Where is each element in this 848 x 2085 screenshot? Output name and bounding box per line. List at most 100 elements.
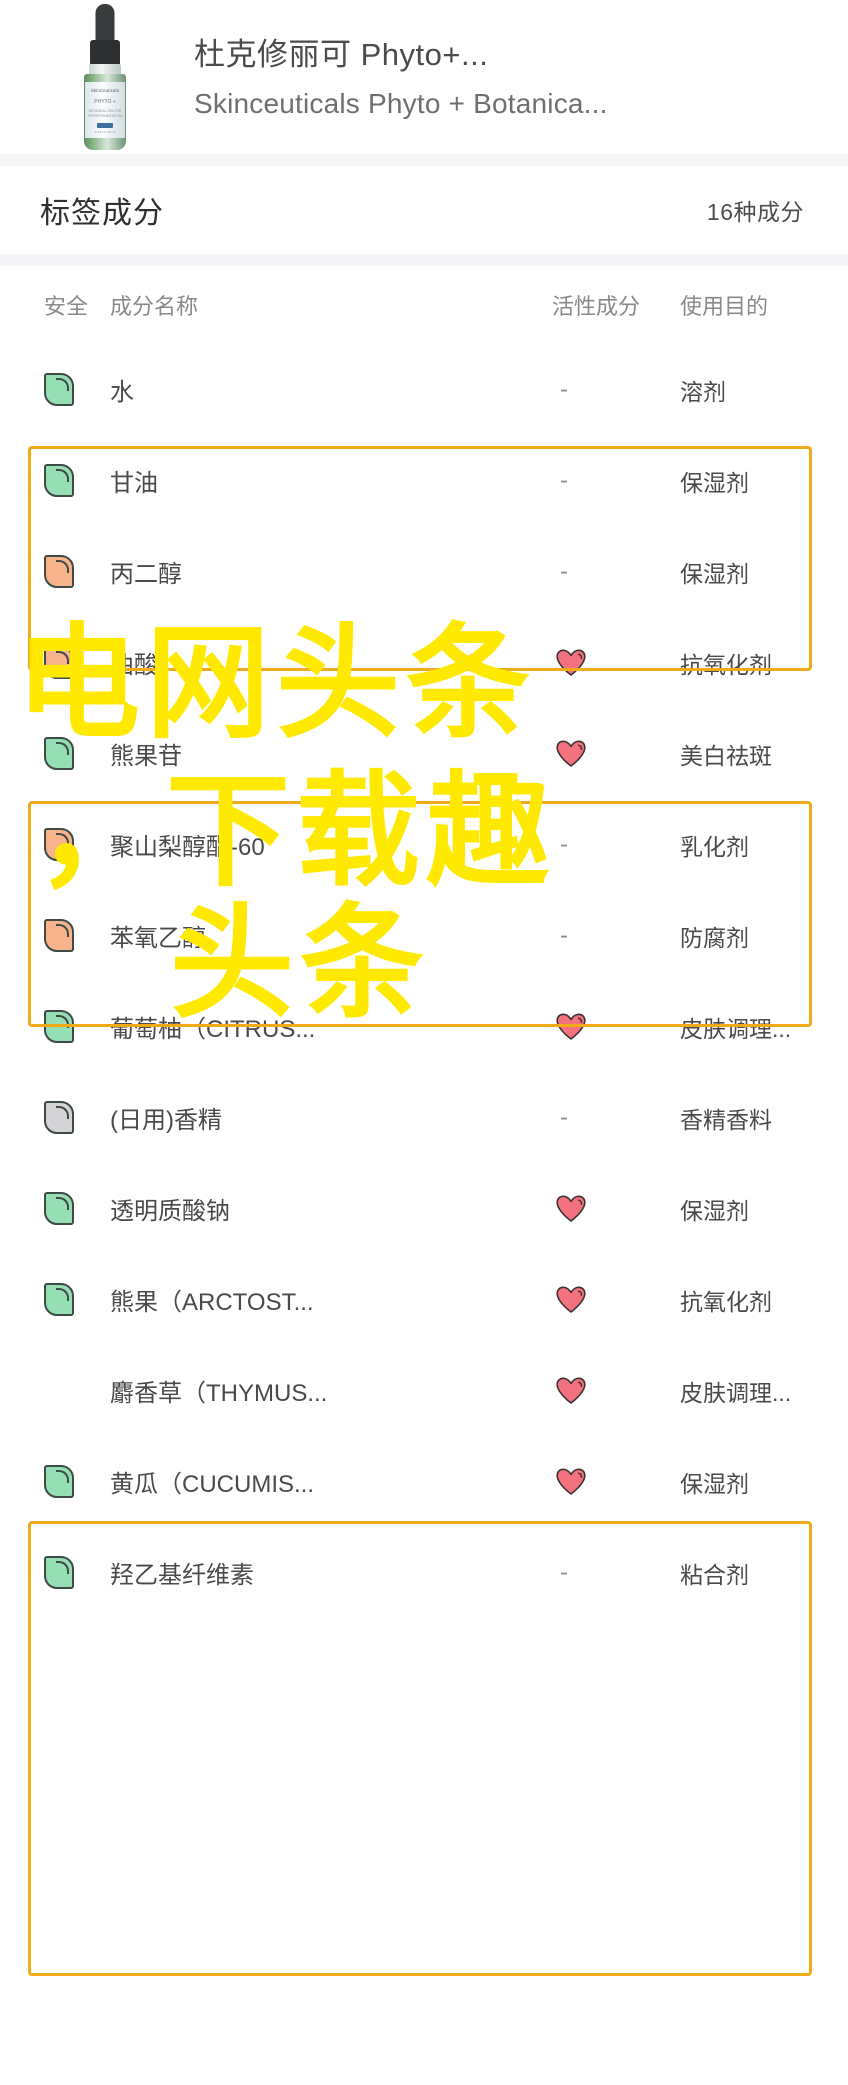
table-row[interactable]: 聚山梨醇酯-60 - 乳化剂 [0,799,848,890]
safety-leaf-icon [44,555,74,588]
section-divider-band [0,154,848,166]
cell-ingredient-name: 丙二醇 [110,561,182,588]
safety-leaf-icon [44,1010,74,1043]
bottle-cap [90,40,120,66]
cell-ingredient-name: 麝香草（THYMUS... [110,1380,328,1407]
dropper-bulb-icon [95,4,115,44]
cell-purpose: 保湿剂 [680,560,749,587]
safety-leaf-icon [44,737,74,770]
section-divider-band-2 [0,254,848,266]
bottle-label-chip [97,123,113,128]
cell-safety [44,1465,110,1498]
ingredient-count-badge: 16种成分 [706,199,804,225]
cell-safety [44,1010,110,1043]
active-dash: - [560,921,568,949]
cell-safety [44,1556,110,1589]
product-bottle-thumbnail[interactable]: SkinCeuticals PHYTO + BOTANICAL GEL FOR … [46,4,164,152]
table-row[interactable]: 透明质酸钠 保湿剂 [0,1163,848,1254]
ingredient-rows: 水 - 溶剂 甘油 - 保湿剂 丙二醇 - 保湿剂 曲酸 抗氧化剂 熊果苷 美白祛斑 聚山梨醇酯-60- 乳… [0,344,848,1618]
bottle-label-sub: BOTANICAL GEL FOR HYPERPIGMENTATION [87,109,123,118]
table-row[interactable]: (日用)香精 - 香精香料 [0,1072,848,1163]
cell-safety [44,919,110,952]
cell-active-ingredient: - [552,1559,680,1587]
cell-purpose: 防腐剂 [680,924,749,951]
cell-active-ingredient: - [552,1104,680,1132]
cell-purpose: 皮肤调理... [680,1379,792,1406]
cell-ingredient-name: 羟乙基纤维素 [110,1562,254,1589]
table-row[interactable]: 曲酸 抗氧化剂 [0,617,848,708]
cell-purpose: 美白祛斑 [680,742,772,769]
table-row[interactable]: 熊果苷 美白祛斑 [0,708,848,799]
product-header[interactable]: SkinCeuticals PHYTO + BOTANICAL GEL FOR … [0,0,848,154]
cell-purpose: 粘合剂 [680,1561,749,1588]
safety-leaf-icon [44,1283,74,1316]
cell-active-ingredient [552,649,680,676]
table-row[interactable]: 黄瓜（CUCUMIS... 保湿剂 [0,1436,848,1527]
cell-ingredient-name: 水 [110,379,134,406]
active-dash: - [560,830,568,858]
bottle-illustration: SkinCeuticals PHYTO + BOTANICAL GEL FOR … [82,4,128,150]
active-dash: - [560,375,568,403]
cell-safety [44,1192,110,1225]
safety-leaf-icon [44,828,74,861]
safety-leaf-icon [44,464,74,497]
cell-active-ingredient [552,1286,680,1313]
product-title-chinese: 杜克修丽可 Phyto+... [194,37,489,72]
cell-ingredient-name: 葡萄柚（CITRUS... [110,1016,316,1043]
table-row[interactable]: 麝香草（THYMUS... 皮肤调理... [0,1345,848,1436]
cell-safety [44,1283,110,1316]
active-dash: - [560,1558,568,1586]
ingredients-table: 安全 成分名称 活性成分 使用目的 水 - 溶剂 甘油 - 保湿剂 丙二醇 - 保湿剂 曲酸 抗氧化… [0,266,848,1624]
cell-active-ingredient [552,1195,680,1222]
table-row[interactable]: 苯氧乙醇 - 防腐剂 [0,890,848,981]
page-title: 标签成分 [40,197,164,230]
product-titles: 杜克修丽可 Phyto+... Skinceuticals Phyto + Bo… [194,35,608,121]
table-row[interactable]: 丙二醇 - 保湿剂 [0,526,848,617]
active-heart-icon [556,1377,586,1404]
cell-purpose: 保湿剂 [680,1197,749,1224]
cell-active-ingredient [552,740,680,767]
table-row[interactable]: 熊果（ARCTOST... 抗氧化剂 [0,1254,848,1345]
cell-active-ingredient [552,1468,680,1495]
cell-ingredient-name: 曲酸 [110,652,158,679]
cell-purpose: 溶剂 [680,378,726,405]
cell-active-ingredient [552,1377,680,1404]
active-heart-icon [556,1286,586,1313]
cell-safety [44,373,110,406]
active-heart-icon [556,649,586,676]
safety-leaf-icon [44,1101,74,1134]
cell-ingredient-name: 黄瓜（CUCUMIS... [110,1471,314,1498]
cell-active-ingredient [552,1013,680,1040]
cell-purpose: 香精香料 [680,1106,772,1133]
table-row[interactable]: 羟乙基纤维素 - 粘合剂 [0,1527,848,1618]
table-header-row: 安全 成分名称 活性成分 使用目的 [0,266,848,344]
cell-ingredient-name: 熊果苷 [110,743,182,770]
product-title-english: Skinceuticals Phyto + Botanica... [194,88,608,119]
cell-purpose: 保湿剂 [680,469,749,496]
cell-ingredient-name: 苯氧乙醇 [110,925,206,952]
safety-leaf-icon [44,373,74,406]
active-dash: - [560,557,568,585]
cell-safety [44,464,110,497]
table-row[interactable]: 水 - 溶剂 [0,344,848,435]
cell-ingredient-name: 聚山梨醇酯-60 [110,834,265,861]
cell-safety [44,555,110,588]
column-header-purpose: 使用目的 [680,294,769,319]
active-heart-icon [556,740,586,767]
cell-safety [44,1101,110,1134]
cell-purpose: 抗氧化剂 [680,651,772,678]
column-header-safety: 安全 [44,294,89,319]
active-heart-icon [556,1013,586,1040]
bottle-label-brand: SkinCeuticals [91,88,119,93]
cell-safety [44,828,110,861]
safety-leaf-icon [44,1192,74,1225]
label-ingredients-section-header: 标签成分 16种成分 [0,166,848,254]
cell-ingredient-name: 透明质酸钠 [110,1198,230,1225]
table-row[interactable]: 葡萄柚（CITRUS... 皮肤调理... [0,981,848,1072]
table-row[interactable]: 甘油 - 保湿剂 [0,435,848,526]
cell-active-ingredient: - [552,831,680,859]
column-header-name: 成分名称 [110,294,199,319]
safety-leaf-icon [44,1556,74,1589]
active-dash: - [560,466,568,494]
cell-ingredient-name: 熊果（ARCTOST... [110,1289,314,1316]
